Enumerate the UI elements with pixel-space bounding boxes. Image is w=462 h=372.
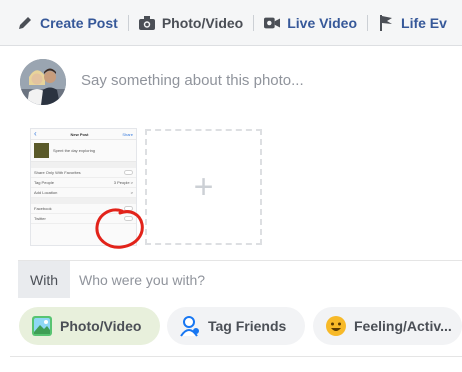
- composer-input[interactable]: Say something about this photo...: [81, 72, 304, 89]
- tab-photo-video-label: Photo/Video: [161, 14, 244, 31]
- with-label: With: [18, 261, 70, 298]
- tab-live-video-label: Live Video: [287, 14, 358, 31]
- composer-tabs: Create Post Photo/Video Live Video Life …: [0, 0, 462, 46]
- thumb-row-value: 3 People >: [113, 180, 133, 185]
- tab-live-video[interactable]: Live Video: [264, 15, 357, 31]
- thumb-post-image: [34, 143, 49, 158]
- back-chevron-icon: ‹: [34, 129, 37, 138]
- pencil-icon: [17, 15, 33, 31]
- feeling-activity-label: Feeling/Activ...: [354, 318, 452, 334]
- plus-icon: +: [193, 168, 214, 206]
- tag-friends-button[interactable]: Tag Friends: [167, 307, 305, 345]
- camera-icon: [138, 15, 155, 31]
- tag-people-row: With Who were you with?: [18, 260, 462, 298]
- thumb-row-label: Twitter: [34, 216, 46, 221]
- avatar[interactable]: [20, 59, 66, 105]
- thumb-row-value: >: [130, 190, 133, 195]
- photo-icon: [31, 315, 53, 337]
- tab-separator: [367, 14, 369, 31]
- photo-video-label: Photo/Video: [60, 318, 142, 334]
- photo-video-button[interactable]: Photo/Video: [19, 307, 160, 345]
- thumb-row-label: Facebook: [34, 206, 52, 211]
- with-input[interactable]: Who were you with?: [70, 261, 462, 298]
- thumb-row: Share Only With Favorites: [31, 168, 136, 178]
- flag-icon: [378, 14, 394, 31]
- tab-create-post-label: Create Post: [40, 14, 118, 31]
- thumb-toggle: [124, 170, 133, 175]
- feeling-activity-button[interactable]: Feeling/Activ...: [313, 307, 462, 345]
- tag-friends-label: Tag Friends: [208, 318, 287, 334]
- video-camera-icon: [264, 15, 281, 31]
- thumb-title: New Post: [70, 131, 89, 137]
- thumb-row-label: Tag People: [34, 180, 55, 185]
- thumb-header: ‹ New Post Share: [31, 129, 136, 140]
- tab-photo-video[interactable]: Photo/Video: [138, 14, 244, 31]
- thumb-row-label: Share Only With Favorites: [34, 170, 81, 175]
- tab-life-event-label: Life Ev: [401, 14, 447, 31]
- thumb-caption: Spent the day exploring: [53, 148, 96, 153]
- red-circle-annotation: [95, 208, 144, 249]
- thumb-post: Spent the day exploring: [31, 140, 136, 162]
- thumb-share: Share: [122, 131, 133, 137]
- tab-separator: [127, 14, 129, 31]
- tag-friends-icon: [179, 315, 201, 337]
- thumb-row: Tag People 3 People >: [31, 178, 136, 188]
- tab-separator: [253, 14, 255, 31]
- thumb-row: Add Location >: [31, 188, 136, 198]
- thumb-row-label: Add Location: [34, 190, 58, 195]
- add-photo-button[interactable]: +: [145, 129, 262, 245]
- tab-life-event[interactable]: Life Ev: [378, 14, 447, 31]
- tab-create-post[interactable]: Create Post: [17, 15, 118, 31]
- divider: [10, 356, 462, 357]
- smiley-icon: [325, 315, 347, 337]
